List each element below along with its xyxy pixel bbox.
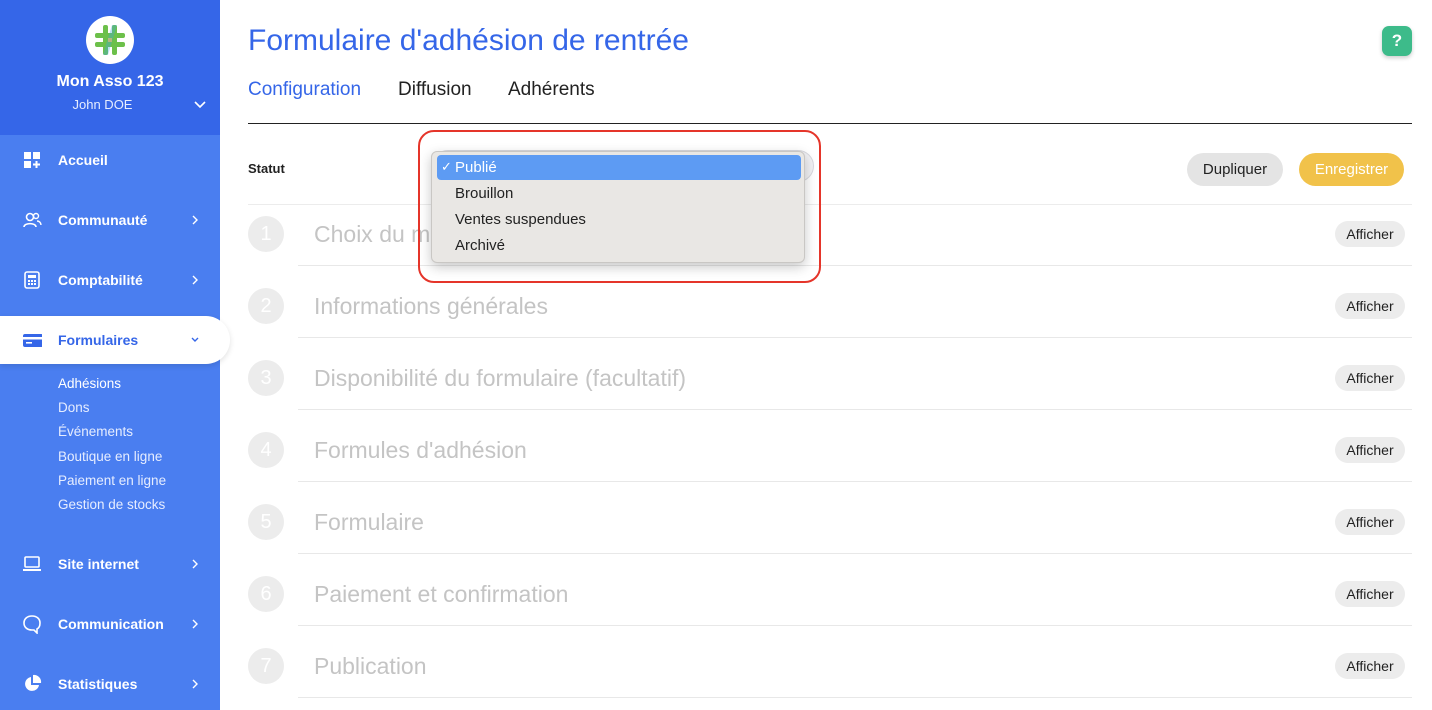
users-icon (23, 212, 42, 228)
sidebar-item-label: Communauté (58, 212, 148, 228)
option-label: Archivé (455, 237, 506, 254)
logo-hash-icon (95, 25, 125, 55)
chevron-right-icon (192, 679, 198, 689)
step-row: 2 Informations générales Afficher (248, 288, 1412, 360)
chevron-down-icon (191, 337, 199, 342)
org-name: Mon Asso 123 (56, 73, 164, 90)
step-title: Disponibilité du formulaire (facultatif) (314, 365, 686, 391)
step-number-badge: 5 (248, 504, 284, 540)
sidebar-item-statistiques[interactable]: Statistiques (0, 660, 220, 708)
org-logo[interactable] (86, 16, 134, 64)
show-step-button[interactable]: Afficher (1335, 293, 1405, 319)
sidebar-subitem-stocks[interactable]: Gestion de stocks (58, 497, 165, 512)
show-step-button[interactable]: Afficher (1335, 509, 1405, 535)
status-label: Statut (248, 161, 285, 176)
step-row: 6 Paiement et confirmation Afficher (248, 576, 1412, 648)
calculator-icon (24, 271, 40, 289)
step-divider (298, 697, 1412, 698)
show-step-button[interactable]: Afficher (1335, 221, 1405, 247)
step-divider (298, 481, 1412, 482)
step-number-badge: 1 (248, 216, 284, 252)
step-title: Formulaire (314, 509, 424, 535)
checkmark-icon: ✓ (441, 159, 452, 174)
sidebar-subitem-boutique[interactable]: Boutique en ligne (58, 449, 162, 464)
show-step-button[interactable]: Afficher (1335, 437, 1405, 463)
step-number-badge: 2 (248, 288, 284, 324)
tab-diffusion[interactable]: Diffusion (398, 79, 472, 101)
step-number-badge: 4 (248, 432, 284, 468)
chevron-right-icon (192, 215, 198, 225)
chevron-right-icon (192, 559, 198, 569)
sidebar-item-comptabilite[interactable]: Comptabilité (0, 256, 220, 304)
chat-bubble-icon (23, 615, 41, 634)
step-row: 4 Formules d'adhésion Afficher (248, 432, 1412, 504)
sidebar-subitem-adhesions[interactable]: Adhésions (58, 376, 121, 391)
option-label: Ventes suspendues (455, 211, 586, 228)
step-title: Formules d'adhésion (314, 437, 527, 463)
show-step-button[interactable]: Afficher (1335, 581, 1405, 607)
option-label: Brouillon (455, 185, 514, 202)
step-divider (298, 409, 1412, 410)
user-menu-chevron-icon[interactable] (192, 96, 208, 112)
sidebar: Mon Asso 123 John DOE Accueil Communauté (0, 0, 230, 710)
step-title: Informations générales (314, 293, 548, 319)
app: Mon Asso 123 John DOE Accueil Communauté (0, 0, 1432, 710)
tab-configuration[interactable]: Configuration (248, 79, 361, 101)
sidebar-item-label: Accueil (58, 152, 108, 168)
step-row: 5 Formulaire Afficher (248, 504, 1412, 576)
dashboard-icon (24, 152, 40, 168)
step-title: Publication (314, 653, 427, 679)
user-name[interactable]: John DOE (0, 97, 205, 112)
step-title: Choix du m (314, 221, 431, 247)
step-number-badge: 7 (248, 648, 284, 684)
save-button[interactable]: Enregistrer (1299, 153, 1404, 186)
sidebar-item-label: Site internet (58, 556, 139, 572)
sidebar-item-accueil[interactable]: Accueil (0, 136, 220, 184)
duplicate-button[interactable]: Dupliquer (1187, 153, 1283, 186)
sidebar-item-site-internet[interactable]: Site internet (0, 540, 220, 588)
sidebar-item-label: Formulaires (58, 332, 139, 348)
status-option-ventes-suspendues[interactable]: Ventes suspendues (437, 207, 801, 232)
credit-card-icon (23, 334, 42, 347)
sidebar-header: Mon Asso 123 John DOE (0, 0, 220, 135)
status-option-brouillon[interactable]: Brouillon (437, 181, 801, 206)
pie-chart-icon (25, 674, 42, 691)
step-row: 3 Disponibilité du formulaire (facultati… (248, 360, 1412, 432)
sidebar-item-label: Statistiques (58, 676, 138, 692)
step-divider (298, 625, 1412, 626)
status-dropdown-menu: ✓ Publié Brouillon Ventes suspendues Arc… (431, 151, 805, 263)
status-option-archive[interactable]: Archivé (437, 233, 801, 258)
chevron-right-icon (192, 619, 198, 629)
step-divider (298, 337, 1412, 338)
show-step-button[interactable]: Afficher (1335, 365, 1405, 391)
sidebar-subitem-dons[interactable]: Dons (58, 400, 90, 415)
step-divider (298, 553, 1412, 554)
step-number-badge: 3 (248, 360, 284, 396)
help-button[interactable]: ? (1382, 26, 1412, 56)
page-title: Formulaire d'adhésion de rentrée (248, 24, 689, 57)
status-option-publie[interactable]: ✓ Publié (437, 155, 801, 180)
step-title: Paiement et confirmation (314, 581, 569, 607)
show-step-button[interactable]: Afficher (1335, 653, 1405, 679)
chevron-right-icon (192, 275, 198, 285)
tabs-divider (248, 123, 1412, 124)
sidebar-item-communaute[interactable]: Communauté (0, 196, 220, 244)
option-label: Publié (455, 159, 497, 176)
tab-adherents[interactable]: Adhérents (508, 79, 595, 101)
sidebar-subitem-evenements[interactable]: Événements (58, 424, 133, 439)
laptop-icon (23, 556, 41, 571)
sidebar-item-formulaires[interactable]: Formulaires (0, 316, 230, 364)
sidebar-subitem-paiement[interactable]: Paiement en ligne (58, 473, 166, 488)
step-number-badge: 6 (248, 576, 284, 612)
sidebar-item-label: Comptabilité (58, 272, 143, 288)
sidebar-item-label: Communication (58, 616, 164, 632)
step-row: 7 Publication Afficher (248, 648, 1412, 710)
sidebar-item-communication[interactable]: Communication (0, 600, 220, 648)
